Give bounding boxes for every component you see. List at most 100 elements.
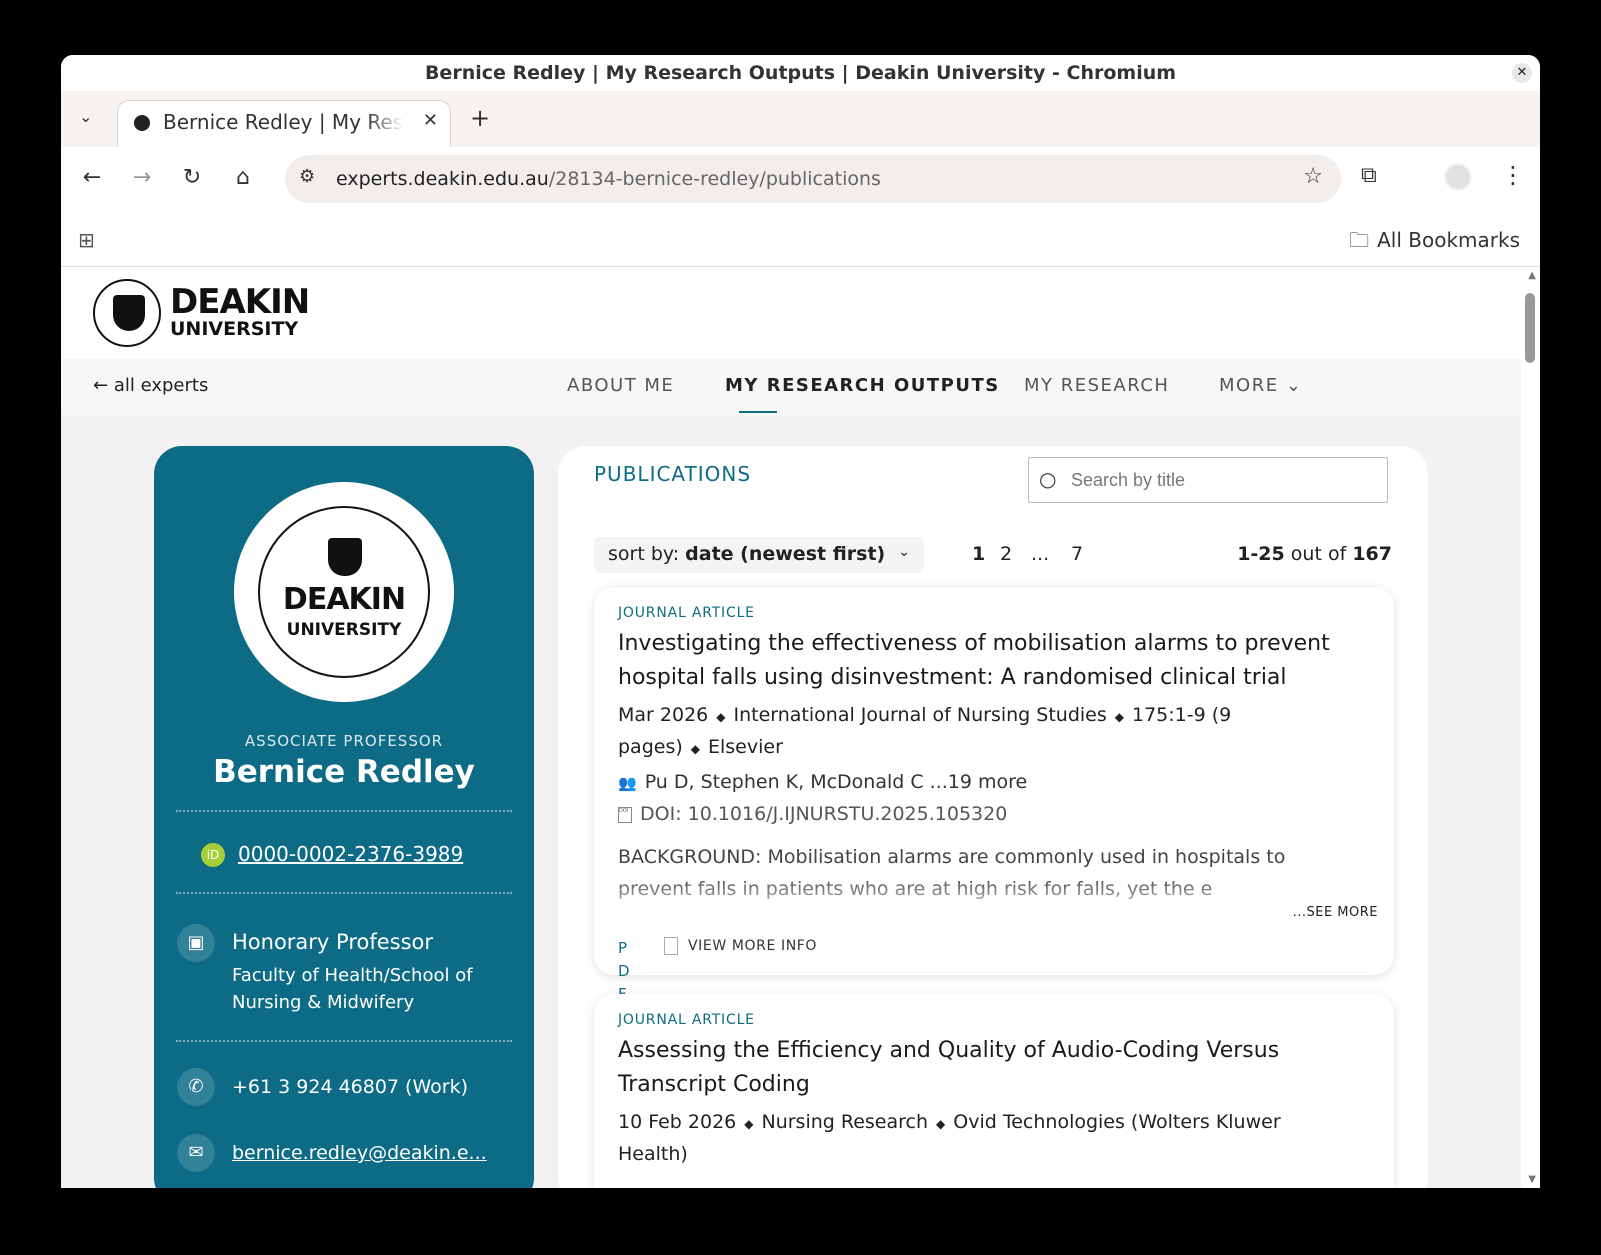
tab-about-me[interactable]: ABOUT ME — [567, 375, 674, 396]
publication-title[interactable]: Investigating the effectiveness of mobil… — [618, 627, 1358, 695]
authors-text[interactable]: Pu D, Stephen K, McDonald C ...19 more — [645, 771, 1028, 793]
publication-journal: Nursing Research — [761, 1111, 929, 1133]
publication-title[interactable]: Assessing the Efficiency and Quality of … — [618, 1034, 1358, 1102]
tab-title: Bernice Redley | My Research Outputs | D… — [163, 110, 403, 134]
sort-value: date (newest first) — [685, 543, 886, 565]
extensions-icon[interactable]: ⧉ — [1361, 163, 1377, 188]
window-close-button[interactable]: ✕ — [1512, 63, 1532, 83]
see-more-link[interactable]: ...SEE MORE — [1293, 905, 1378, 920]
page-scrollbar[interactable]: ▲ ▼ — [1521, 267, 1540, 1188]
document-icon — [664, 937, 678, 955]
search-icon: ○ — [1039, 467, 1057, 491]
tab-active[interactable]: Bernice Redley | My Research Outputs | D… — [117, 100, 451, 148]
all-bookmarks-button[interactable]: 🗀 All Bookmarks — [1349, 226, 1520, 260]
profile-subnav: ← all experts ABOUT ME MY RESEARCH OUTPU… — [61, 359, 1521, 415]
tab-more-label: MORE — [1219, 375, 1279, 396]
tab-more[interactable]: MORE ⌄ — [1219, 375, 1302, 396]
divider — [176, 810, 512, 812]
publications-panel: PUBLICATIONS ○ sort by:date (newest firs… — [558, 446, 1428, 1188]
publication-card: JOURNAL ARTICLE Investigating the effect… — [594, 587, 1394, 1003]
publication-meta: 10 Feb 2026 ◆ Nursing Research ◆ Ovid Techno… — [618, 1107, 1338, 1169]
url-path: /28134-bernice-redley/publications — [548, 168, 881, 190]
diamond-icon: ◆ — [1114, 710, 1124, 724]
diamond-icon: ◆ — [744, 1117, 754, 1131]
publication-card: JOURNAL ARTICLE Assessing the Efficiency… — [594, 994, 1394, 1188]
tab-search-dropdown-icon[interactable]: ⌄ — [79, 107, 92, 126]
bookmarks-bar: ⊞ 🗀 All Bookmarks — [61, 213, 1540, 267]
page-viewport: DEAKIN UNIVERSITY ← all experts ABOUT ME… — [61, 267, 1540, 1188]
home-button[interactable]: ⌂ — [228, 165, 258, 190]
tab-close-icon[interactable]: ✕ — [423, 110, 438, 131]
apps-grid-icon[interactable]: ⊞ — [78, 228, 95, 252]
view-more-info-link[interactable]: VIEW MORE INFO — [664, 937, 817, 955]
total-count: 167 — [1352, 543, 1392, 565]
scrollbar-thumb[interactable] — [1525, 293, 1535, 363]
browser-toolbar: ← → ↻ ⌂ ⚙ experts.deakin.edu.au/28134-be… — [61, 147, 1540, 213]
profile-card: DEAKIN UNIVERSITY ASSOCIATE PROFESSOR Be… — [154, 446, 534, 1188]
url-text[interactable]: experts.deakin.edu.au/28134-bernice-redl… — [336, 168, 881, 190]
profile-role: ASSOCIATE PROFESSOR — [244, 732, 444, 750]
all-experts-link[interactable]: ← all experts — [93, 375, 208, 396]
sort-dropdown[interactable]: sort by: date (newest first) ⌄ — [594, 537, 924, 573]
search-field[interactable]: ○ — [1028, 457, 1388, 503]
publication-date: Mar 2026 — [618, 704, 709, 726]
back-button[interactable]: ← — [77, 165, 107, 190]
page-2[interactable]: 2 — [1000, 543, 1012, 565]
bookmark-star-icon[interactable]: ☆ — [1303, 164, 1323, 189]
range-value: 1-25 — [1237, 543, 1285, 565]
divider — [176, 1040, 512, 1042]
publications-heading: PUBLICATIONS — [594, 462, 752, 486]
tab-my-research[interactable]: MY RESEARCH — [1024, 375, 1169, 396]
publication-abstract: BACKGROUND: Mobilisation alarms are comm… — [618, 846, 1286, 900]
avatar-logo-line1: DEAKIN — [282, 582, 406, 617]
forward-button[interactable]: → — [127, 165, 157, 190]
publication-type: JOURNAL ARTICLE — [618, 1012, 755, 1028]
publication-doi[interactable]: DOI DOI: 10.1016/J.IJNURSTU.2025.105320 — [618, 803, 1007, 825]
result-range: 1-25 out of 167 — [1237, 543, 1392, 565]
site-header: DEAKIN UNIVERSITY — [61, 267, 1521, 359]
doi-icon: DOI — [618, 806, 632, 823]
diamond-icon: ◆ — [716, 710, 726, 724]
orcid-icon: iD — [201, 843, 225, 867]
all-experts-label: all experts — [113, 375, 209, 396]
address-bar[interactable]: ⚙ experts.deakin.edu.au/28134-bernice-re… — [285, 155, 1341, 203]
publication-meta: Mar 2026 ◆ International Journal of Nursin… — [618, 700, 1298, 764]
position-title: Honorary Professor — [232, 930, 434, 954]
publication-journal: International Journal of Nursing Studies — [733, 704, 1107, 726]
browser-window: Bernice Redley | My Research Outputs | D… — [61, 55, 1540, 1188]
diamond-icon: ◆ — [936, 1117, 946, 1131]
page-1[interactable]: 1 — [972, 543, 985, 565]
avatar-logo-line2: UNIVERSITY — [286, 620, 402, 640]
url-domain: experts.deakin.edu.au — [336, 168, 549, 190]
chevron-down-icon: ⌄ — [1285, 375, 1303, 396]
scroll-down-icon[interactable]: ▼ — [1528, 1174, 1536, 1185]
deakin-wordmark[interactable]: DEAKIN UNIVERSITY — [170, 282, 310, 340]
browser-menu-icon[interactable]: ⋮ — [1501, 161, 1525, 189]
email-link[interactable]: bernice.redley@deakin.e... — [232, 1142, 487, 1164]
profile-name: Bernice Redley — [213, 754, 475, 790]
deakin-logo-icon[interactable] — [93, 279, 161, 347]
site-info-icon[interactable]: ⚙ — [299, 166, 315, 187]
diamond-icon: ◆ — [690, 742, 700, 756]
publication-authors: 👥 Pu D, Stephen K, McDonald C ...19 more — [618, 771, 1027, 793]
orcid-link[interactable]: 0000-0002-2376-3989 — [238, 842, 463, 866]
reload-button[interactable]: ↻ — [177, 165, 207, 190]
shield-icon — [328, 538, 362, 576]
position-unit: Faculty of Health/School of Nursing & Mi… — [232, 965, 473, 1013]
wordmark-line1: DEAKIN — [170, 282, 310, 322]
phone-number[interactable]: +61 3 924 46807 (Work) — [232, 1076, 468, 1098]
window-title: Bernice Redley | My Research Outputs | D… — [424, 62, 1177, 84]
view-more-label: VIEW MORE INFO — [688, 938, 818, 954]
page-7[interactable]: 7 — [1071, 543, 1083, 565]
deakin-favicon-icon — [134, 115, 150, 131]
wordmark-line2: UNIVERSITY — [170, 318, 299, 340]
scroll-up-icon[interactable]: ▲ — [1528, 270, 1536, 281]
page-ellipsis: ... — [1031, 543, 1050, 565]
shield-icon — [113, 295, 145, 331]
profile-avatar[interactable] — [1444, 163, 1472, 191]
search-input[interactable] — [1071, 464, 1371, 496]
new-tab-button[interactable]: + — [470, 104, 490, 132]
chevron-down-icon: ⌄ — [898, 544, 910, 560]
tab-my-research-outputs[interactable]: MY RESEARCH OUTPUTS — [725, 375, 1000, 396]
tab-strip: ⌄ Bernice Redley | My Research Outputs |… — [61, 91, 1540, 148]
